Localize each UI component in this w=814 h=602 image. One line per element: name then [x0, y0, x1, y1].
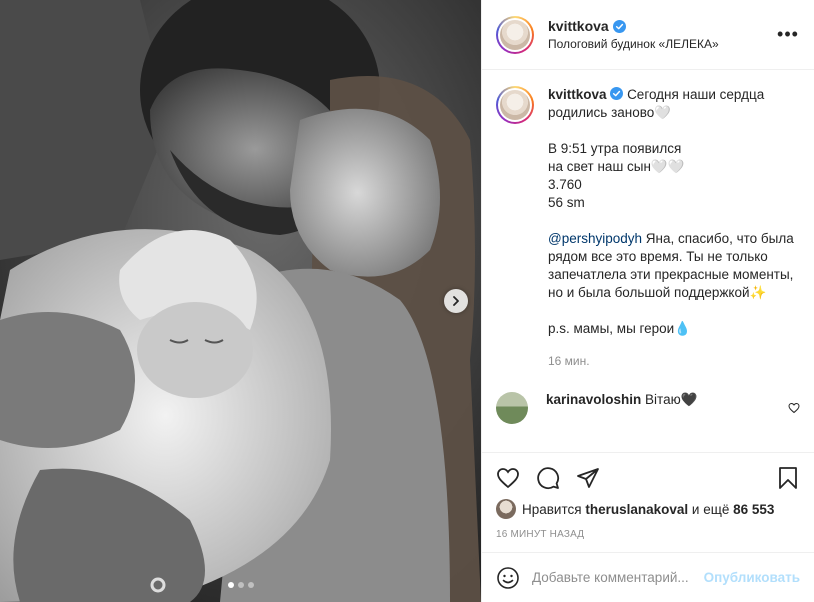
liker-avatar[interactable] — [496, 499, 516, 519]
more-options-icon[interactable]: ••• — [776, 24, 800, 45]
verified-badge-icon — [610, 87, 624, 100]
post-photo[interactable] — [0, 0, 481, 602]
likes-count[interactable]: 86 553 — [733, 502, 774, 517]
post-side-panel: kvittkova Пологовий будинок «ЛЕЛЕКА» •••… — [481, 0, 814, 602]
share-button[interactable] — [576, 466, 600, 490]
publish-button[interactable]: Опубликовать — [704, 570, 800, 585]
post-actions: Нравится theruslanakoval и ещё 86 553 16… — [482, 452, 814, 552]
commenter-avatar[interactable] — [496, 392, 528, 424]
post-header: kvittkova Пологовий будинок «ЛЕЛЕКА» ••• — [482, 0, 814, 70]
comments-area: kvittkova Сегодня наши сердца родились з… — [482, 70, 814, 452]
like-button[interactable] — [496, 466, 520, 490]
carousel-dot — [227, 582, 234, 588]
caption-timestamp[interactable]: 16 мин. — [548, 352, 800, 370]
carousel-dot — [247, 582, 254, 588]
caption-avatar[interactable] — [496, 86, 534, 124]
author-username[interactable]: kvittkova — [548, 18, 609, 34]
caption-text: на свет наш сын🤍🤍 — [548, 159, 685, 174]
carousel-dot — [237, 582, 244, 588]
paper-plane-icon — [577, 468, 599, 488]
caption-username[interactable]: kvittkova — [548, 87, 607, 102]
comment-button[interactable] — [536, 466, 560, 490]
carousel-indicator — [0, 582, 481, 588]
comment: karinavoloshin Вітаю🖤 — [496, 392, 800, 424]
post: kvittkova Пологовий будинок «ЛЕЛЕКА» •••… — [0, 0, 814, 602]
add-comment-bar: Добавьте комментарий... Опубликовать — [482, 552, 814, 602]
liker-username[interactable]: theruslanakoval — [585, 502, 688, 517]
post-time-ago[interactable]: 16 МИНУТ НАЗАД — [496, 529, 800, 540]
comment-input[interactable]: Добавьте комментарий... — [532, 570, 704, 585]
mention-link[interactable]: @pershyipodyh — [548, 231, 642, 246]
caption: kvittkova Сегодня наши сердца родились з… — [496, 86, 800, 370]
author-avatar[interactable] — [496, 15, 534, 54]
carousel-next-button[interactable] — [444, 289, 468, 313]
caption-text: 3.760 — [548, 177, 582, 192]
commenter-username[interactable]: karinavoloshin — [546, 392, 641, 407]
comment-bubble-icon — [537, 467, 560, 490]
bookmark-icon — [779, 467, 797, 489]
heart-icon — [497, 468, 519, 489]
verified-badge-icon — [612, 19, 626, 33]
caption-text: В 9:51 утра появился — [548, 141, 682, 156]
caption-text: p.s. мамы, мы герои💧 — [548, 321, 692, 336]
like-comment-heart-icon[interactable] — [788, 402, 800, 414]
save-button[interactable] — [776, 466, 800, 490]
emoji-icon[interactable] — [496, 566, 520, 590]
comment-text: Вітаю🖤 — [645, 392, 698, 407]
photo-scene — [0, 0, 481, 602]
likes-prefix: Нравится — [522, 501, 582, 517]
post-location[interactable]: Пологовий будинок «ЛЕЛЕКА» — [548, 37, 776, 51]
caption-text: 56 sm — [548, 195, 585, 210]
likes-summary: Нравится theruslanakoval и ещё 86 553 — [496, 499, 800, 519]
chevron-right-icon — [453, 296, 459, 306]
likes-suffix: и ещё — [691, 501, 730, 517]
